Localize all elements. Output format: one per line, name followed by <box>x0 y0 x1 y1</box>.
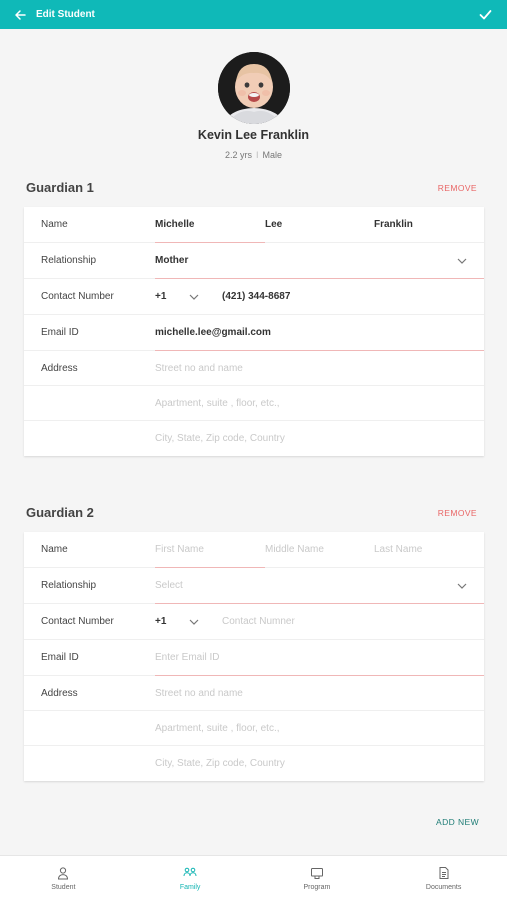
guardian1-country-code-select[interactable]: +1 <box>155 279 166 315</box>
guardian1-middle-name-input[interactable]: Lee <box>265 207 282 243</box>
nav-student[interactable]: Student <box>0 856 127 900</box>
relationship-label: Relationship <box>41 580 97 591</box>
add-new-guardian-button[interactable]: ADD NEW <box>436 817 479 827</box>
app-bar: Edit Student <box>0 0 507 29</box>
nav-documents[interactable]: Documents <box>380 856 507 900</box>
guardian1-email-row: Email ID michelle.lee@gmail.com <box>24 315 484 351</box>
address-label: Address <box>41 688 78 699</box>
contact-label: Contact Number <box>41 616 114 627</box>
address-label: Address <box>41 363 78 374</box>
back-button[interactable] <box>0 0 40 29</box>
relationship-label: Relationship <box>41 255 97 266</box>
guardian2-address-line3: City, State, Zip code, Country <box>24 746 484 781</box>
chevron-down-icon[interactable] <box>187 615 201 629</box>
family-icon <box>183 867 197 876</box>
guardian1-address-line1: Address Street no and name <box>24 351 484 386</box>
bottom-navigation: Student Family Program Documents <box>0 855 507 900</box>
contact-label: Contact Number <box>41 291 114 302</box>
nav-program-label: Program <box>303 883 331 891</box>
email-label: Email ID <box>41 652 79 663</box>
avatar[interactable] <box>217 52 290 124</box>
chevron-down-icon[interactable] <box>455 579 469 593</box>
arrow-left-icon <box>15 9 26 20</box>
student-profile: Kevin Lee Franklin 2.2 yrs I Male <box>0 52 507 160</box>
guardian2-middle-name-input[interactable]: Middle Name <box>265 532 324 568</box>
document-icon <box>439 866 449 879</box>
guardian1-email-input[interactable]: michelle.lee@gmail.com <box>155 315 271 351</box>
program-icon <box>310 867 323 879</box>
meta-separator: I <box>255 150 259 160</box>
student-name: Kevin Lee Franklin <box>197 128 310 142</box>
chevron-down-icon[interactable] <box>187 290 201 304</box>
nav-documents-label: Documents <box>425 883 462 891</box>
guardian2-relationship-row: Relationship Select <box>24 568 484 604</box>
guardian1-name-row: Name Michelle Lee Franklin <box>24 207 484 243</box>
guardian1-phone-input[interactable]: (421) 344-8687 <box>222 279 290 315</box>
guardian2-address-line1: Address Street no and name <box>24 676 484 711</box>
student-gender: Male <box>262 150 283 160</box>
guardian2-last-name-input[interactable]: Last Name <box>374 532 422 568</box>
name-label: Name <box>41 219 68 230</box>
guardian1-address-line3: City, State, Zip code, Country <box>24 421 484 456</box>
guardian1-contact-row: Contact Number +1 (421) 344-8687 <box>24 279 484 315</box>
student-meta: 2.2 yrs I Male <box>0 150 507 160</box>
address-street-input[interactable]: Street no and name <box>155 351 243 386</box>
guardian2-contact-row: Contact Number +1 Contact Numner <box>24 604 484 640</box>
guardian2-email-row: Email ID Enter Email ID <box>24 640 484 676</box>
guardian1-card: Name Michelle Lee Franklin Relationship … <box>24 207 484 456</box>
guardian2-heading: Guardian 2 <box>26 505 94 520</box>
guardian2-card: Name First Name Middle Name Last Name Re… <box>24 532 484 781</box>
nav-student-label: Student <box>51 883 76 891</box>
nav-program[interactable]: Program <box>254 856 381 900</box>
guardian2-relationship-select[interactable]: Select <box>155 568 183 604</box>
address-apartment-input[interactable]: Apartment, suite , floor, etc., <box>155 386 280 421</box>
address-city-input[interactable]: City, State, Zip code, Country <box>155 746 285 781</box>
guardian1-first-name-input[interactable]: Michelle <box>155 207 194 243</box>
chevron-down-icon[interactable] <box>455 254 469 268</box>
guardian1-remove-button[interactable]: REMOVE <box>438 183 477 193</box>
address-city-input[interactable]: City, State, Zip code, Country <box>155 421 285 456</box>
guardian2-remove-button[interactable]: REMOVE <box>438 508 477 518</box>
email-label: Email ID <box>41 327 79 338</box>
guardian1-relationship-row: Relationship Mother <box>24 243 484 279</box>
save-button[interactable] <box>463 0 507 29</box>
nav-family-label: Family <box>179 883 201 891</box>
guardian1-relationship-select[interactable]: Mother <box>155 243 188 279</box>
guardian1-address-line2: Apartment, suite , floor, etc., <box>24 386 484 421</box>
guardian2-header: Guardian 2 REMOVE <box>26 505 477 520</box>
guardian1-last-name-input[interactable]: Franklin <box>374 207 413 243</box>
guardian2-country-code-select[interactable]: +1 <box>155 604 166 640</box>
address-apartment-input[interactable]: Apartment, suite , floor, etc., <box>155 711 280 746</box>
guardian2-phone-input[interactable]: Contact Numner <box>222 604 295 640</box>
guardian2-first-name-input[interactable]: First Name <box>155 532 204 568</box>
guardian2-name-row: Name First Name Middle Name Last Name <box>24 532 484 568</box>
guardian2-address-line2: Apartment, suite , floor, etc., <box>24 711 484 746</box>
guardian2-email-input[interactable]: Enter Email ID <box>155 640 219 676</box>
person-icon <box>58 866 69 879</box>
student-age: 2.2 yrs <box>224 150 252 160</box>
guardian1-heading: Guardian 1 <box>26 180 94 195</box>
page-title: Edit Student <box>36 9 95 20</box>
check-icon <box>479 10 491 20</box>
guardian1-header: Guardian 1 REMOVE <box>26 180 477 195</box>
nav-family[interactable]: Family <box>127 856 254 900</box>
address-street-input[interactable]: Street no and name <box>155 676 243 711</box>
name-label: Name <box>41 544 68 555</box>
